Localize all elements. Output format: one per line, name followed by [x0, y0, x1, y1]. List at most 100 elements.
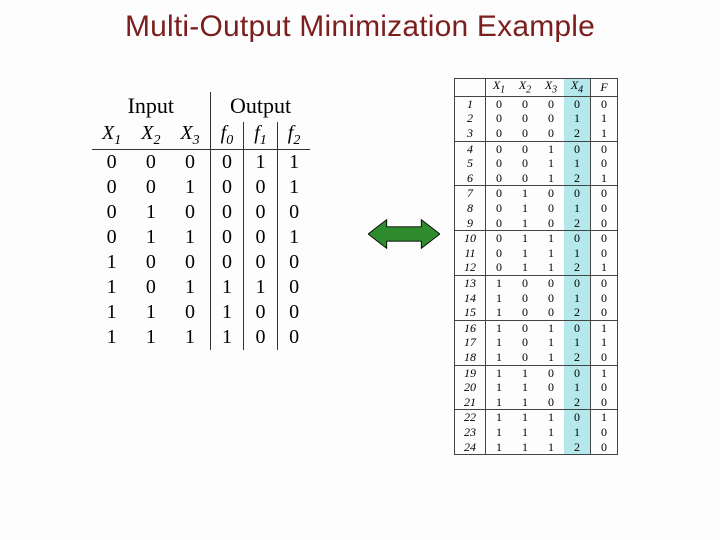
cell: 1 — [538, 440, 564, 455]
cell: 0 — [486, 126, 513, 141]
row-index: 9 — [455, 216, 486, 231]
cell-f: 0 — [591, 276, 618, 291]
row-index: 15 — [455, 305, 486, 320]
cell: 1 — [538, 425, 564, 440]
cell: 1 — [512, 410, 538, 425]
row-index: 7 — [455, 186, 486, 201]
row-index: 4 — [455, 141, 486, 156]
cell: 1 — [277, 175, 310, 200]
row-index: 17 — [455, 335, 486, 350]
table-row: 011001 — [92, 225, 310, 250]
cell: 0 — [486, 216, 513, 231]
cell-x4: 1 — [564, 201, 591, 216]
row-index: 3 — [455, 126, 486, 141]
table-row: 1911001 — [455, 365, 617, 380]
cell-f: 0 — [591, 425, 618, 440]
cell: 0 — [512, 350, 538, 365]
cell: 1 — [131, 200, 170, 225]
cell: 0 — [131, 175, 170, 200]
cell: 0 — [131, 275, 170, 300]
cell: 1 — [512, 440, 538, 455]
table-row: 300021 — [455, 126, 617, 141]
cell: 1 — [277, 150, 310, 176]
table-row: 101110 — [92, 275, 310, 300]
cell: 0 — [277, 275, 310, 300]
table-row: 1001100 — [455, 231, 617, 246]
cell: 1 — [512, 395, 538, 410]
cell: 1 — [486, 350, 513, 365]
table-row: 111100 — [92, 325, 310, 350]
cell: 0 — [538, 365, 564, 380]
cell: 1 — [538, 246, 564, 261]
row-index: 10 — [455, 231, 486, 246]
cell: 1 — [486, 395, 513, 410]
cell: 1 — [512, 260, 538, 275]
cell: 0 — [486, 186, 513, 201]
cell-x4: 2 — [564, 171, 591, 186]
table-row: 1610101 — [455, 320, 617, 335]
cell: 0 — [538, 216, 564, 231]
cell: 0 — [512, 305, 538, 320]
row-index: 13 — [455, 276, 486, 291]
table-row: 600121 — [455, 171, 617, 186]
cell: 1 — [486, 425, 513, 440]
cell: 1 — [512, 246, 538, 261]
table-row: 801010 — [455, 201, 617, 216]
cell: 0 — [512, 171, 538, 186]
cell-x4: 2 — [564, 440, 591, 455]
cell-x4: 1 — [564, 335, 591, 350]
cell-x4: 0 — [564, 365, 591, 380]
cell: 1 — [486, 380, 513, 395]
cell: 0 — [244, 300, 278, 325]
cell: 1 — [512, 380, 538, 395]
cell-f: 0 — [591, 216, 618, 231]
cell: 1 — [512, 186, 538, 201]
cell: 0 — [538, 291, 564, 306]
cell: 1 — [538, 350, 564, 365]
row-index: 18 — [455, 350, 486, 365]
cell: 1 — [244, 150, 278, 176]
cell-x4: 0 — [564, 276, 591, 291]
cell: 1 — [170, 275, 210, 300]
cell: 0 — [277, 200, 310, 225]
col-index — [455, 79, 486, 96]
col-r-x1: X1 — [486, 79, 513, 96]
cell: 0 — [512, 141, 538, 156]
row-index: 14 — [455, 291, 486, 306]
cell-f: 0 — [591, 156, 618, 171]
table-row: 1310000 — [455, 276, 617, 291]
cell: 0 — [512, 320, 538, 335]
row-index: 1 — [455, 96, 486, 111]
cell: 0 — [486, 260, 513, 275]
cell: 0 — [512, 291, 538, 306]
cell-f: 0 — [591, 291, 618, 306]
table-row: 2311110 — [455, 425, 617, 440]
cell: 1 — [486, 410, 513, 425]
cell: 1 — [512, 365, 538, 380]
row-index: 19 — [455, 365, 486, 380]
cell: 0 — [486, 201, 513, 216]
row-index: 12 — [455, 260, 486, 275]
table-row: 2111020 — [455, 395, 617, 410]
cell: 1 — [538, 141, 564, 156]
table-row: 1201121 — [455, 260, 617, 275]
cell: 0 — [244, 325, 278, 350]
cell: 1 — [170, 225, 210, 250]
table-row: 001001 — [92, 175, 310, 200]
cell: 1 — [512, 216, 538, 231]
cell: 1 — [210, 325, 244, 350]
cell: 1 — [131, 225, 170, 250]
cell: 1 — [170, 325, 210, 350]
table-row: 2411120 — [455, 440, 617, 455]
slide-title: Multi-Output Minimization Example — [0, 10, 720, 44]
cell: 0 — [538, 201, 564, 216]
cell-f: 1 — [591, 335, 618, 350]
cell: 1 — [92, 275, 131, 300]
row-index: 8 — [455, 201, 486, 216]
table-row: 2211101 — [455, 410, 617, 425]
cell-x4: 1 — [564, 246, 591, 261]
cell: 0 — [170, 300, 210, 325]
cell: 1 — [92, 325, 131, 350]
cell: 1 — [512, 231, 538, 246]
col-r-x3: X3 — [538, 79, 564, 96]
